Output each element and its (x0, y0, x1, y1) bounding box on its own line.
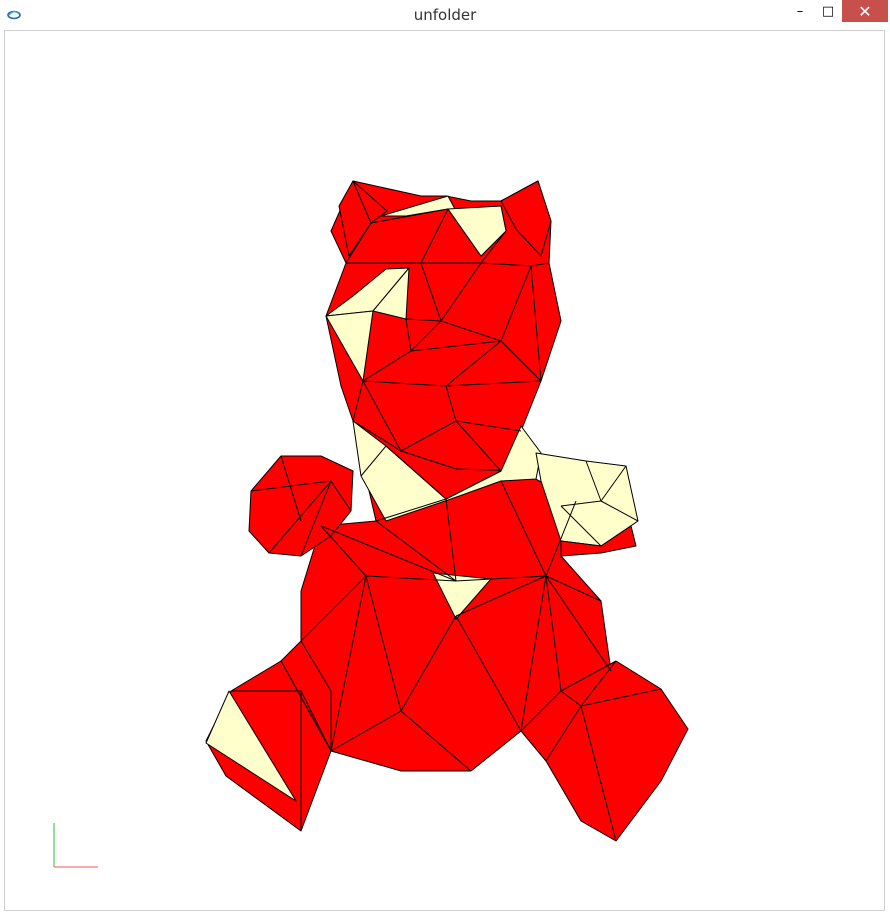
maximize-button[interactable]: □ (814, 0, 842, 22)
title-bar: unfolder – □ ✕ (0, 0, 890, 30)
window-title: unfolder (413, 6, 477, 24)
minimize-icon: – (796, 3, 804, 19)
maximize-icon: □ (821, 3, 835, 19)
close-icon: ✕ (858, 1, 872, 21)
minimize-button[interactable]: – (786, 0, 814, 22)
axis-indicator (53, 823, 98, 868)
bear-mesh (53, 180, 689, 868)
mesh-faces (205, 180, 689, 842)
3d-viewport[interactable] (4, 30, 885, 911)
close-button[interactable]: ✕ (842, 0, 888, 22)
